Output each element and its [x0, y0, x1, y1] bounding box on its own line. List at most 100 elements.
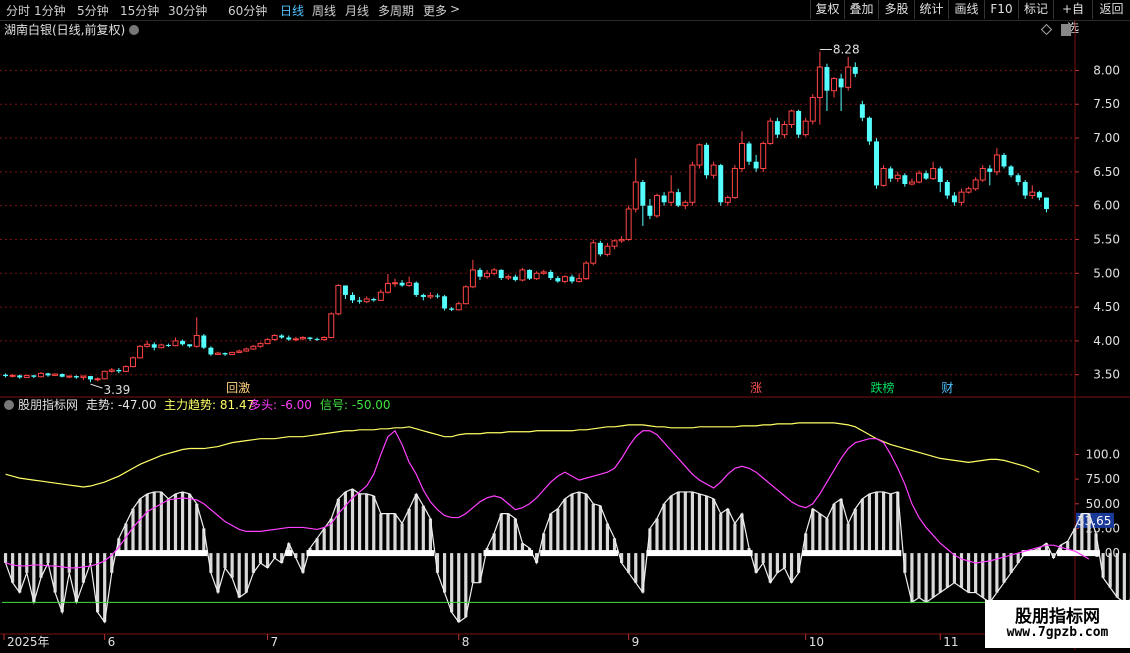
chevron-right-icon[interactable]: > [450, 2, 460, 16]
dropdown-icon[interactable] [129, 25, 139, 35]
period-tab-6[interactable]: 日线 [280, 2, 304, 19]
candle-body-up [809, 96, 816, 122]
toolbar-button-4[interactable]: 画线 [948, 0, 984, 19]
candle-body-down [987, 168, 993, 172]
toolbar-button-6[interactable]: 标记 [1018, 0, 1053, 19]
period-toolbar: 分时 1分钟 5分钟 15分钟 30分钟 60分钟 日线 周线 月线 多周期 更多 > 复权 叠加 多股 统计… [0, 0, 1130, 35]
kline-chart-svg: 湖南白银(日线,前复权) 8.00 7.50 7.00 6.50 6.00 5.50 5.00… [0, 20, 1130, 650]
candle-body-up [406, 282, 413, 286]
candle-body-down [859, 104, 865, 118]
candle-body-up [52, 373, 59, 376]
candle-body-down [704, 144, 710, 176]
candle-body-down [180, 340, 186, 345]
period-tab-3[interactable]: 15分钟 [120, 2, 159, 19]
candle-body-down [902, 175, 908, 185]
candle-body-down [527, 269, 533, 279]
candle-body-down [824, 67, 830, 91]
candle-body-down [675, 192, 681, 206]
event-marker[interactable]: 涨 [750, 380, 762, 395]
candle-body-up [696, 144, 703, 166]
candle-body-down [59, 374, 65, 377]
candle-body-down [73, 376, 79, 378]
candle-body-up [236, 350, 243, 353]
candle-body-down [442, 296, 448, 309]
event-marker[interactable]: 跌榜 [871, 380, 895, 395]
candle-body-up [958, 191, 965, 203]
indicator-value-1: 主力趋势: 81.47 [164, 398, 254, 412]
candle-body-down [951, 195, 957, 203]
candle-body-down [413, 282, 419, 295]
period-tab-9[interactable]: 多周期 [378, 2, 414, 19]
period-tab-5[interactable]: 60分钟 [228, 2, 267, 19]
period-tab-4[interactable]: 30分钟 [168, 2, 207, 19]
candle-body-up [292, 338, 299, 341]
toolbar-button-5[interactable]: F10 [984, 0, 1018, 19]
period-tab-8[interactable]: 月线 [345, 2, 369, 19]
candle-body-up [455, 303, 462, 311]
candle-body-down [753, 161, 759, 169]
panel-menu-icon[interactable] [1061, 24, 1071, 36]
candle-body-up [710, 164, 717, 176]
period-tab-7[interactable]: 周线 [312, 2, 336, 19]
candle-body-up [576, 278, 583, 282]
candle-body-down [838, 78, 844, 88]
candle-body-down [548, 271, 554, 279]
candle-body-up [484, 272, 491, 278]
toolbar-button-1[interactable]: 叠加 [844, 0, 878, 19]
candle-body-down [1001, 154, 1007, 167]
period-tab-10[interactable]: 更多 [423, 2, 447, 19]
toolbar-button-0[interactable]: 复权 [810, 0, 844, 19]
time-label: 6 [108, 635, 116, 649]
candle-body-up [908, 181, 915, 185]
price-label: 5.00 [1093, 266, 1120, 280]
candle-body-down [201, 335, 207, 348]
candle-body-up [682, 201, 689, 207]
zero-band [802, 550, 902, 557]
candle-body-up [965, 188, 972, 193]
candle-body-up [654, 195, 660, 217]
event-marker[interactable]: 回激 [226, 381, 250, 395]
candle-body-up [816, 66, 823, 98]
period-tab-1[interactable]: 1分钟 [34, 2, 66, 19]
period-tab-0[interactable]: 分时 [6, 2, 30, 19]
candle-body-up [689, 164, 696, 203]
candle-body-up [243, 348, 250, 352]
candle-body-down [498, 269, 504, 279]
candle-body-down [555, 278, 561, 282]
watermark-line1: 股朋指标网 [1015, 607, 1100, 627]
candle-body-down [3, 374, 9, 377]
candle-body-down [307, 337, 313, 339]
candle-body-down [477, 269, 483, 277]
trend-line [5, 422, 1040, 488]
candle-body-down [286, 337, 292, 340]
candle-body-up [930, 167, 937, 180]
candle-body-up [618, 238, 625, 242]
candle-body-up [108, 369, 115, 372]
price-label: 3.50 [1093, 368, 1120, 382]
candle-body-up [130, 357, 136, 368]
time-label: 11 [943, 635, 958, 649]
candle-body-up [760, 142, 767, 169]
candle-body-up [738, 142, 745, 169]
candle-body-up [137, 345, 144, 359]
event-marker[interactable]: 财 [941, 381, 953, 395]
candle-body-down [279, 335, 285, 338]
candle-body-up [264, 339, 271, 345]
indicator-menu-icon[interactable] [4, 400, 14, 410]
low-price-label: 3.39 [104, 383, 131, 397]
toolbar-button-3[interactable]: 统计 [914, 0, 948, 19]
candle-body-up [462, 286, 469, 305]
period-tab-2[interactable]: 5分钟 [77, 2, 109, 19]
candle-body-up [122, 366, 129, 372]
candle-body-up [229, 351, 236, 355]
toolbar-button-7[interactable]: +自选 [1053, 0, 1092, 35]
indicator-axis-label: 75.00 [1086, 472, 1120, 486]
toolbar-button-8[interactable]: 返回 [1092, 0, 1130, 19]
toolbar-button-2[interactable]: 多股 [878, 0, 914, 19]
diamond-icon[interactable] [1040, 23, 1053, 36]
candle-body-up [172, 340, 179, 347]
candle-body-up [625, 208, 632, 240]
candle-body-up [271, 334, 278, 341]
candle-body-up [880, 167, 887, 186]
candle-body-up [802, 120, 809, 136]
